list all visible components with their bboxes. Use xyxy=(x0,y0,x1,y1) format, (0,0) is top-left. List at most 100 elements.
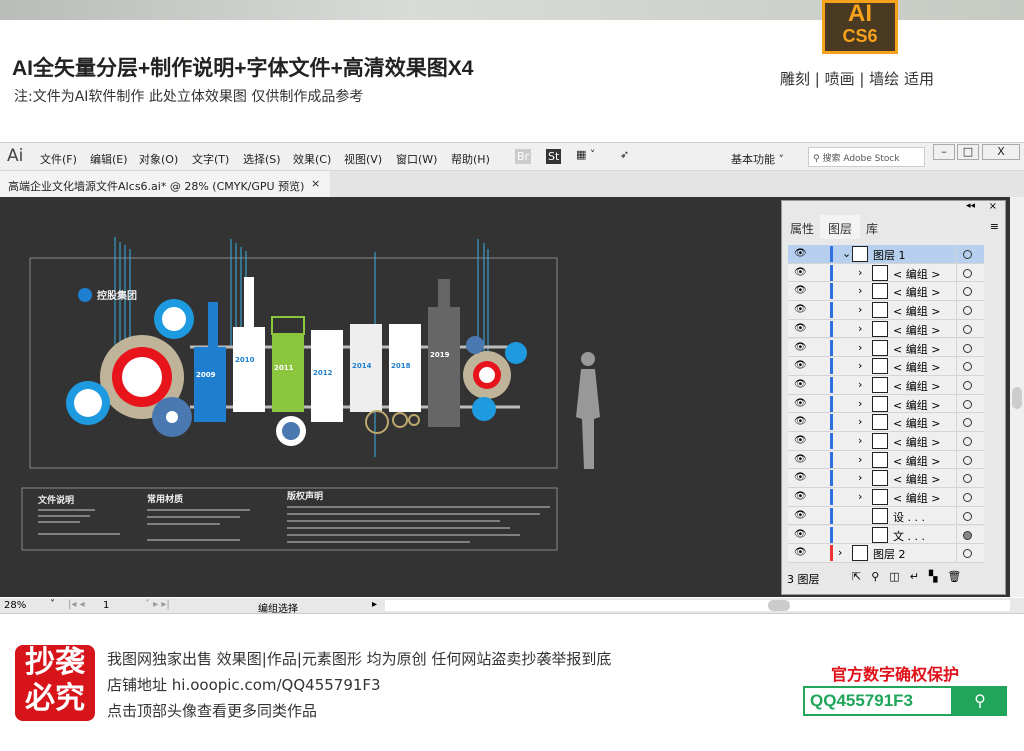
clip-mask-icon[interactable]: ◫ xyxy=(889,570,909,583)
stock-button[interactable]: St xyxy=(546,149,562,164)
visibility-eye-icon[interactable]: 👁 xyxy=(794,435,807,446)
visibility-eye-icon[interactable]: 👁 xyxy=(794,491,807,502)
layer-name[interactable]: < 编组 > xyxy=(893,322,940,338)
layer-row[interactable]: 👁 › < 编组 > xyxy=(788,357,984,376)
target-circle-icon[interactable] xyxy=(963,306,972,316)
visibility-eye-icon[interactable]: 👁 xyxy=(794,529,807,540)
visibility-eye-icon[interactable]: 👁 xyxy=(794,510,807,521)
gpu-performance-icon[interactable]: ➶ xyxy=(620,148,629,161)
delete-icon[interactable]: 🗑 xyxy=(947,570,971,583)
layer-name[interactable]: < 编组 > xyxy=(893,434,940,450)
visibility-eye-icon[interactable]: 👁 xyxy=(794,304,807,315)
menu-help[interactable]: 帮助(H) xyxy=(451,151,490,167)
layer-row[interactable]: 👁 › < 编组 > xyxy=(788,338,984,358)
layer-name[interactable]: < 编组 > xyxy=(893,341,940,357)
chevron-right-icon[interactable]: › xyxy=(858,397,862,410)
layer-row[interactable]: 👁 › < 编组 > xyxy=(788,488,984,507)
visibility-eye-icon[interactable]: 👁 xyxy=(794,323,807,334)
visibility-eye-icon[interactable]: 👁 xyxy=(794,267,807,278)
tab-layers[interactable]: 图层 xyxy=(820,215,861,239)
target-circle-icon[interactable] xyxy=(963,455,972,465)
status-menu-arrow[interactable]: ▸ xyxy=(372,599,377,610)
menu-type[interactable]: 文字(T) xyxy=(192,151,229,167)
chevron-right-icon[interactable]: › xyxy=(858,434,862,447)
layer-name[interactable]: < 编组 > xyxy=(893,453,940,469)
target-circle-icon[interactable] xyxy=(963,324,972,334)
menu-view[interactable]: 视图(V) xyxy=(344,151,382,167)
menu-window[interactable]: 窗口(W) xyxy=(396,151,437,167)
menu-select[interactable]: 选择(S) xyxy=(243,151,281,167)
new-sublayer-icon[interactable]: ↵ xyxy=(910,570,929,583)
layer-row[interactable]: 👁 › < 编组 > xyxy=(788,319,984,339)
new-layer-icon[interactable]: ▚ xyxy=(929,570,947,583)
zoom-level[interactable]: 28% xyxy=(4,600,26,611)
layer-name[interactable]: < 编组 > xyxy=(893,359,940,375)
chevron-right-icon[interactable]: › xyxy=(858,490,862,503)
visibility-eye-icon[interactable]: 👁 xyxy=(794,360,807,371)
locate-icon[interactable]: ⚲ xyxy=(871,570,889,583)
layer-row[interactable]: 👁 › < 编组 > xyxy=(788,375,984,395)
target-circle-icon[interactable] xyxy=(963,343,972,353)
layer-row[interactable]: 👁 › < 编组 > xyxy=(788,413,984,432)
vertical-scrollbar[interactable] xyxy=(1010,197,1024,597)
chevron-right-icon[interactable]: › xyxy=(858,303,862,316)
close-window-button[interactable]: X xyxy=(982,144,1020,160)
target-circle-icon[interactable] xyxy=(963,287,972,297)
target-circle-icon[interactable] xyxy=(963,380,972,390)
layer-name[interactable]: < 编组 > xyxy=(893,397,940,413)
chevron-right-icon[interactable]: › xyxy=(858,322,862,335)
menu-file[interactable]: 文件(F) xyxy=(40,151,77,167)
visibility-eye-icon[interactable]: 👁 xyxy=(794,398,807,409)
chevron-down-icon[interactable]: ⌄ xyxy=(842,247,851,260)
visibility-eye-icon[interactable]: 👁 xyxy=(794,342,807,353)
chevron-right-icon[interactable]: › xyxy=(858,359,862,372)
visibility-eye-icon[interactable]: 👁 xyxy=(794,248,807,259)
target-circle-icon[interactable] xyxy=(963,511,972,521)
next-last-artboard-icon[interactable]: ˅ ▸ ▸| xyxy=(145,599,170,610)
target-circle-icon[interactable] xyxy=(963,250,972,259)
menu-object[interactable]: 对象(O) xyxy=(139,151,178,167)
chevron-right-icon[interactable]: › xyxy=(858,284,862,297)
layer-row[interactable]: 👁 › < 编组 > xyxy=(788,301,984,320)
qq-search-button[interactable]: ⚲ xyxy=(953,686,1007,716)
bridge-button[interactable]: Br xyxy=(515,149,532,164)
visibility-eye-icon[interactable]: 👁 xyxy=(794,416,807,427)
target-circle-icon[interactable] xyxy=(963,399,972,409)
target-circle-icon[interactable] xyxy=(963,493,972,503)
layer-row-top[interactable]: 👁 ⌄ 图层 1 xyxy=(788,245,984,264)
layer-row[interactable]: 👁 › < 编组 > xyxy=(788,450,984,470)
stock-search-input[interactable]: ⚲ 搜索 Adobe Stock xyxy=(808,147,925,167)
visibility-eye-icon[interactable]: 👁 xyxy=(794,285,807,296)
visibility-eye-icon[interactable]: 👁 xyxy=(794,454,807,465)
first-prev-artboard-icon[interactable]: |◂ ◂ xyxy=(68,599,85,610)
chevron-right-icon[interactable]: › xyxy=(838,546,842,559)
layer-name[interactable]: 图层 2 xyxy=(873,546,906,562)
layer-row[interactable]: 👁 文 . . . xyxy=(788,525,984,545)
horizontal-scrollbar[interactable] xyxy=(385,600,1010,611)
chevron-right-icon[interactable]: › xyxy=(858,453,862,466)
layer-name[interactable]: 图层 1 xyxy=(873,247,906,263)
chevron-right-icon[interactable]: › xyxy=(858,471,862,484)
layer-name[interactable]: < 编组 > xyxy=(893,490,940,506)
zoom-dropdown-icon[interactable]: ˅ xyxy=(50,599,55,610)
layer-row[interactable]: 👁 设 . . . xyxy=(788,506,984,526)
target-circle-icon[interactable] xyxy=(963,549,972,559)
chevron-right-icon[interactable]: › xyxy=(858,341,862,354)
scroll-thumb[interactable] xyxy=(1012,387,1022,409)
layer-name[interactable]: < 编组 > xyxy=(893,471,940,487)
layer-name[interactable]: < 编组 > xyxy=(893,378,940,394)
artboard-number[interactable]: 1 xyxy=(103,600,109,611)
arrange-documents-icon[interactable]: ▦ ˅ xyxy=(576,148,595,161)
chevron-right-icon[interactable]: › xyxy=(858,415,862,428)
collapse-panel-icon[interactable]: ◂◂ xyxy=(966,201,975,211)
visibility-eye-icon[interactable]: 👁 xyxy=(794,547,807,558)
menu-edit[interactable]: 编辑(E) xyxy=(90,151,128,167)
chevron-right-icon[interactable]: › xyxy=(858,266,862,279)
workspace-switcher[interactable]: 基本功能 ˅ xyxy=(731,151,784,167)
export-icon[interactable]: ⇱ xyxy=(852,570,871,583)
layer-name[interactable]: < 编组 > xyxy=(893,303,940,319)
visibility-eye-icon[interactable]: 👁 xyxy=(794,472,807,483)
layer-row-partial[interactable]: 👁 › 图层 2 xyxy=(788,544,984,563)
layer-name[interactable]: < 编组 > xyxy=(893,415,940,431)
document-tab[interactable]: 高端企业文化墙源文件AIcs6.ai* @ 28% (CMYK/GPU 预览) × xyxy=(0,171,330,197)
